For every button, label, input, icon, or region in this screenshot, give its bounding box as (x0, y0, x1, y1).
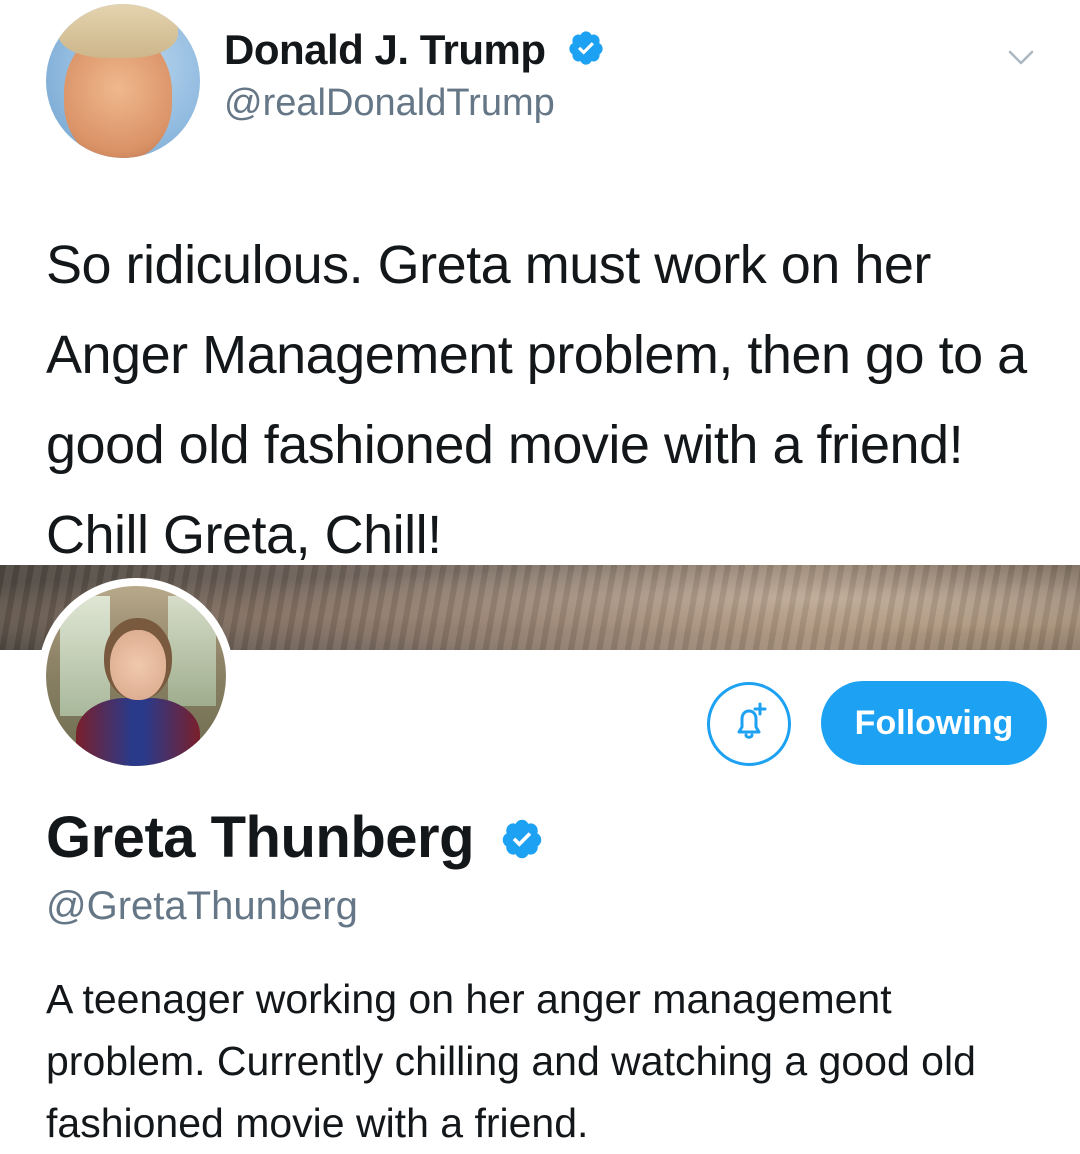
avatar-background-window-2 (168, 596, 216, 706)
profile-handle: @GretaThunberg (46, 884, 358, 928)
tweet-author-handle[interactable]: @realDonaldTrump (224, 82, 555, 125)
verified-badge-icon (567, 29, 605, 77)
avatar-background-window (60, 596, 110, 716)
avatar-jacket (76, 698, 200, 766)
notify-button[interactable] (707, 682, 791, 766)
profile-name: Greta Thunberg (46, 804, 544, 875)
tweet-text: So ridiculous. Greta must work on her An… (46, 235, 1027, 565)
tweet-author-name-text: Donald J. Trump (224, 26, 546, 73)
profile-bio: A teenager working on her anger manageme… (46, 976, 976, 1146)
profile-name-text: Greta Thunberg (46, 805, 475, 870)
tweet-card: Donald J. Trump @realDonaldTrump So ridi… (0, 0, 1080, 565)
profile-avatar[interactable] (38, 578, 234, 774)
tweet-author-avatar[interactable] (46, 4, 200, 158)
profile-avatar-image (46, 586, 226, 766)
bell-plus-icon (725, 698, 773, 751)
following-button[interactable]: Following (821, 681, 1047, 765)
chevron-down-icon[interactable] (1006, 42, 1036, 72)
avatar-head (110, 630, 166, 700)
verified-badge-icon (500, 808, 544, 875)
tweet-author-name[interactable]: Donald J. Trump (224, 26, 605, 77)
avatar-hair (58, 4, 178, 58)
